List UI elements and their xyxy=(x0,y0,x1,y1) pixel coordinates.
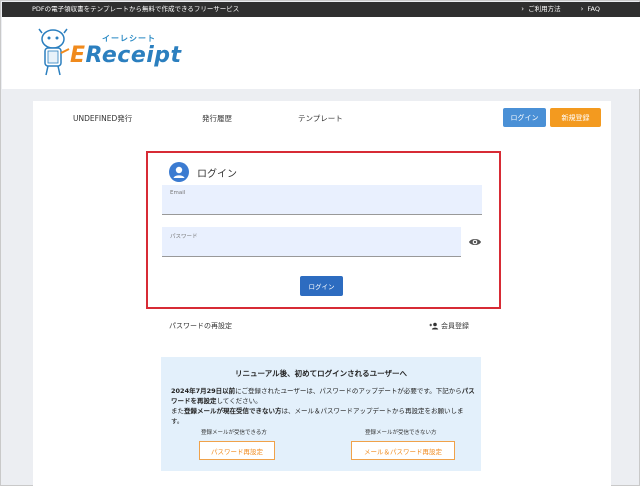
faq-link-label: FAQ xyxy=(587,5,600,13)
mail-password-reset-button[interactable]: メール＆パスワード再設定 xyxy=(351,441,455,460)
usage-link-label: ご利用方法 xyxy=(528,5,561,13)
chevron-right-icon: › xyxy=(580,5,584,13)
password-reset-button[interactable]: パスワード再設定 xyxy=(199,441,275,460)
notice-line1: にご登録されたユーザーは、パスワードのアップデートが必要です。下記から xyxy=(235,387,462,395)
mail-unreceivable-label: 登録メールが受信できない方 xyxy=(365,430,437,436)
logo-wordmark: EReceipt xyxy=(70,43,182,68)
logo-word-rest: Receipt xyxy=(85,43,182,68)
notice-date: 2024年7月29日以前 xyxy=(171,387,236,395)
account-circle-icon xyxy=(169,162,189,182)
main-nav: UNDEFINED発行 発行履歴 テンプレート ログイン 新規登録 xyxy=(33,101,611,135)
logo-letter-e: E xyxy=(70,43,86,68)
mail-receivable-label: 登録メールが受信できる方 xyxy=(201,430,267,436)
page-frame: PDFの電子領収書をテンプレートから無料で作成できるフリーサービス › ご利用方… xyxy=(0,0,640,486)
site-tagline: PDFの電子領収書をテンプレートから無料で作成できるフリーサービス xyxy=(32,5,240,13)
nav-item-issue[interactable]: UNDEFINED発行 xyxy=(73,113,132,124)
notice-line2: してください。 xyxy=(216,397,262,405)
password-label: パスワード xyxy=(170,234,198,240)
reset-password-link[interactable]: パスワードの再設定 xyxy=(169,321,232,331)
eye-icon[interactable] xyxy=(468,237,482,247)
usage-link[interactable]: › ご利用方法 xyxy=(521,2,560,17)
main-card: UNDEFINED発行 発行履歴 テンプレート ログイン 新規登録 ログイン E… xyxy=(33,101,611,486)
top-links: › ご利用方法 › FAQ xyxy=(521,2,600,17)
login-title: ログイン xyxy=(197,168,237,180)
email-label: Email xyxy=(170,190,186,196)
notice-title: リニューアル後、初めてログインされるユーザーへ xyxy=(235,369,407,378)
member-register-label: 会員登録 xyxy=(441,322,469,330)
notice-body: 2024年7月29日以前にご登録されたユーザーは、パスワードのアップデートが必要… xyxy=(171,386,475,426)
login-submit-button[interactable]: ログイン xyxy=(300,276,343,296)
site-header: イーレシート EReceipt xyxy=(2,17,640,89)
login-form: ログイン Email パスワード ログイン xyxy=(146,151,501,309)
top-bar: PDFの電子領収書をテンプレートから無料で作成できるフリーサービス › ご利用方… xyxy=(2,2,640,17)
member-register-link[interactable]: 会員登録 xyxy=(429,321,469,331)
header-login-button[interactable]: ログイン xyxy=(503,108,546,127)
email-field[interactable]: Email xyxy=(162,185,482,215)
add-user-icon xyxy=(429,322,439,330)
nav-item-template[interactable]: テンプレート xyxy=(298,113,343,124)
header-register-button[interactable]: 新規登録 xyxy=(550,108,601,127)
renewal-notice: リニューアル後、初めてログインされるユーザーへ 2024年7月29日以前にご登録… xyxy=(161,357,481,471)
faq-link[interactable]: › FAQ xyxy=(581,2,600,17)
notice-mail-emphasis: 登録メールが現在受信できない方 xyxy=(184,407,282,415)
login-heading: ログイン xyxy=(169,162,237,182)
nav-item-history[interactable]: 発行履歴 xyxy=(202,113,232,124)
site-logo[interactable]: イーレシート EReceipt xyxy=(36,23,181,83)
password-field[interactable]: パスワード xyxy=(162,227,461,257)
chevron-right-icon: › xyxy=(521,5,525,13)
notice-line3-pre: また xyxy=(171,407,184,415)
